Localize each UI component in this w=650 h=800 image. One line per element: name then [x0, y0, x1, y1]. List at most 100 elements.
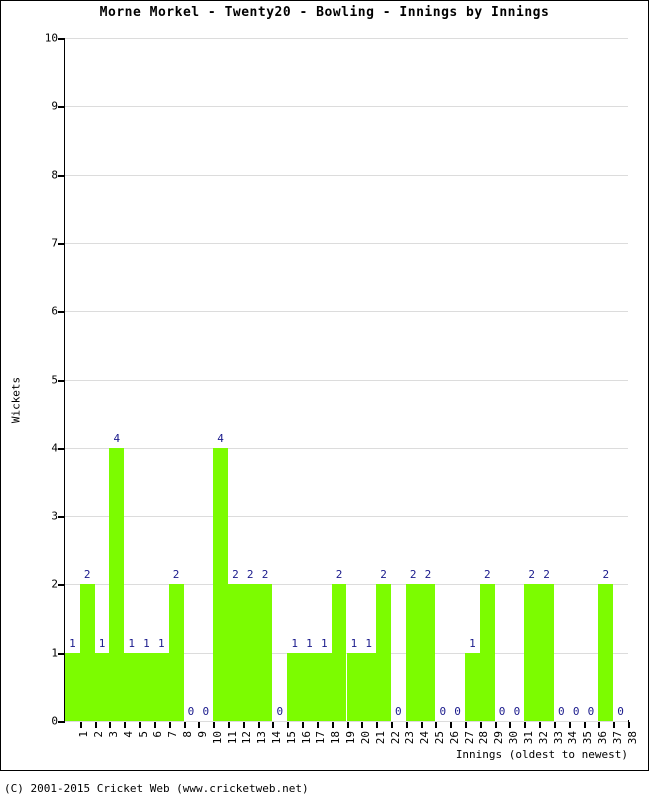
x-tick-label: 27 [462, 731, 476, 745]
bar-value-label: 2 [172, 568, 180, 582]
x-tick-label: 8 [181, 731, 195, 738]
x-tick-label: 6 [151, 731, 165, 738]
x-tick-mark [553, 722, 556, 728]
bar-value-label: 0 [617, 705, 624, 718]
bar-value-label: 1 [69, 636, 76, 650]
x-tick-label: 11 [225, 731, 239, 745]
bar-value-label: 1 [306, 636, 313, 650]
y-tick-mark [58, 379, 65, 382]
x-tick-mark [524, 722, 527, 728]
x-tick-mark [257, 722, 260, 728]
x-tick-mark [568, 722, 571, 728]
x-tick-mark [361, 722, 364, 728]
x-tick-mark [331, 722, 334, 728]
bar-value-label: 1 [143, 636, 150, 650]
y-tick-label: 10 [44, 31, 58, 45]
y-tick-label: 1 [51, 646, 58, 660]
x-tick-mark [124, 722, 127, 728]
gridline [65, 242, 628, 244]
x-tick-mark [628, 722, 630, 728]
bar-value-label: 0 [439, 705, 447, 718]
x-tick-label: 5 [136, 731, 150, 738]
bar [465, 652, 480, 721]
x-tick-mark [94, 722, 97, 728]
gridline [65, 516, 628, 518]
y-tick-label: 7 [51, 236, 58, 250]
x-tick-mark [287, 722, 290, 728]
bar-value-label: 4 [113, 431, 121, 445]
bar [94, 652, 110, 721]
bar-value-label: 0 [187, 705, 195, 718]
x-tick-label: 10 [210, 731, 224, 745]
chart-title: Morne Morkel - Twenty20 - Bowling - Inni… [99, 5, 550, 20]
bar [168, 584, 184, 721]
x-tick-label: 34 [566, 731, 580, 745]
bar-value-label: 2 [528, 568, 535, 582]
y-tick-mark [58, 106, 65, 109]
bar-value-label: 1 [320, 636, 328, 650]
bar [124, 652, 140, 721]
x-tick-label: 4 [121, 731, 135, 738]
bar-value-label: 2 [261, 568, 269, 582]
x-tick-mark [405, 722, 408, 728]
x-tick-mark [435, 722, 438, 728]
bar-value-label: 0 [513, 705, 521, 718]
x-tick-label: 17 [314, 731, 328, 745]
bar [376, 584, 391, 721]
bar [479, 584, 495, 721]
x-tick-label: 18 [329, 731, 343, 745]
y-tick-mark [58, 242, 65, 245]
x-tick-mark [598, 722, 601, 728]
x-tick-label: 26 [447, 731, 461, 745]
x-tick-label: 22 [388, 731, 402, 745]
bar [213, 447, 228, 721]
bar-value-label: 0 [202, 705, 210, 718]
bar-value-label: 1 [469, 636, 476, 650]
bar-value-label: 0 [276, 705, 284, 718]
gridline [65, 379, 628, 381]
bar-value-label: 1 [157, 636, 165, 650]
bar-value-label: 0 [558, 705, 565, 718]
bar-value-label: 2 [83, 568, 91, 582]
bar [405, 584, 421, 721]
x-tick-label: 36 [595, 731, 609, 745]
bar [65, 652, 80, 721]
bar [361, 652, 377, 721]
x-tick-label: 13 [255, 731, 269, 745]
bar-value-label: 2 [424, 568, 432, 582]
y-tick-mark [58, 652, 65, 655]
x-tick-mark [420, 722, 423, 728]
gridline [65, 106, 628, 108]
x-tick-label: 19 [344, 731, 358, 745]
bar-value-label: 2 [543, 568, 550, 582]
x-tick-mark [79, 722, 82, 728]
footer-copyright: (C) 2001-2015 Cricket Web (www.cricketwe… [4, 782, 309, 795]
x-tick-mark [227, 722, 230, 728]
bar [524, 584, 540, 721]
bar-value-label: 1 [128, 636, 135, 650]
bar [346, 652, 362, 721]
bar [420, 584, 436, 721]
x-tick-label: 9 [195, 731, 209, 738]
y-tick-label: 0 [51, 714, 58, 728]
bar [242, 584, 258, 721]
x-tick-label: 35 [581, 731, 595, 745]
x-tick-mark [109, 722, 112, 728]
bar [79, 584, 95, 721]
x-tick-mark [450, 722, 453, 728]
bar-value-label: 2 [335, 568, 343, 582]
bar-value-label: 2 [232, 568, 239, 582]
x-tick-label: 21 [373, 731, 387, 745]
x-tick-label: 24 [418, 731, 432, 745]
x-tick-mark [183, 722, 186, 728]
bar [287, 652, 303, 721]
y-tick-mark [58, 447, 65, 450]
x-tick-label: 23 [403, 731, 417, 745]
bar [539, 584, 554, 721]
bar [331, 584, 347, 721]
bar-value-label: 0 [498, 705, 506, 718]
x-tick-mark [139, 722, 142, 728]
bar-value-label: 1 [350, 636, 358, 650]
bar-value-label: 4 [217, 431, 224, 445]
bar-value-label: 2 [380, 568, 387, 582]
